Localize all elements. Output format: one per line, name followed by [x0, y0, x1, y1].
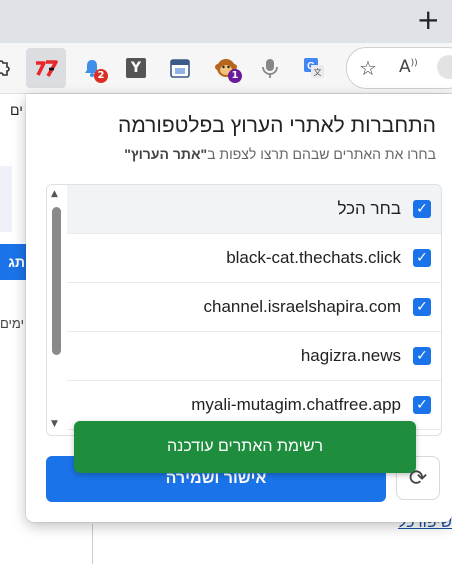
sites-list[interactable]: ✓ בחר הכל ✓ black-cat.thechats.click ✓ c… [46, 184, 442, 436]
popup-title: התחברות לאתרי הערוץ בפלטפורמה [118, 114, 436, 137]
new-tab-button[interactable]: + [417, 6, 440, 34]
page-left-strip: ים תג ימים [0, 94, 28, 561]
calendar-extension-icon[interactable] [164, 52, 196, 84]
site-label: hagizra.news [300, 346, 401, 365]
site-row[interactable]: ✓ channel.israelshapira.com [67, 283, 441, 332]
site-checkbox[interactable]: ✓ [413, 298, 431, 316]
site-row[interactable]: ✓ hagizra.news [67, 332, 441, 381]
site-checkbox[interactable]: ✓ [413, 347, 431, 365]
address-bar[interactable]: ☆ A)) [346, 47, 452, 89]
select-all-row[interactable]: ✓ בחר הכל [67, 185, 441, 234]
success-toast: רשימת האתרים עודכנה [74, 421, 416, 473]
svg-text:文: 文 [314, 67, 322, 77]
tab-strip: + [0, 0, 452, 43]
page-divider [92, 524, 93, 564]
microphone-extension-icon[interactable] [254, 52, 286, 84]
subtitle-site-name: "אתר הערוץ" [124, 146, 208, 162]
extensions-puzzle-icon[interactable] [0, 52, 18, 84]
notification-bell-extension-icon[interactable]: 2 [76, 52, 108, 84]
popup-subtitle: בחרו את האתרים שבהם תרצו לצפות ב"אתר הער… [124, 146, 436, 162]
site-label: black-cat.thechats.click [226, 248, 401, 267]
list-scrollbar[interactable]: ▲ ▼ [47, 185, 67, 435]
monkey-badge: 1 [228, 69, 242, 83]
select-all-checkbox[interactable]: ✓ [413, 200, 431, 218]
subtitle-text: בחרו את האתרים שבהם תרצו לצפות ב [207, 146, 436, 162]
site-checkbox[interactable]: ✓ [413, 249, 431, 267]
site-label: myali-mutagim.chatfree.app [191, 395, 401, 414]
browser-toolbar: 2 Y 1 G文 ☆ A)) [0, 43, 452, 94]
favorite-star-icon[interactable]: ☆ [359, 56, 377, 80]
page-action-button[interactable]: תג [0, 244, 28, 280]
site-row[interactable]: ✓ black-cat.thechats.click [67, 234, 441, 283]
page-thumbnail [0, 166, 12, 232]
scroll-up-arrow-icon[interactable]: ▲ [51, 189, 58, 199]
site-label: channel.israelshapira.com [203, 297, 402, 316]
translate-extension-icon[interactable]: G文 [298, 52, 330, 84]
monkey-extension-icon[interactable]: 1 [210, 52, 242, 84]
scrollbar-thumb[interactable] [52, 207, 61, 355]
page-tab-text: ים [10, 102, 23, 118]
haaretz-extension-icon[interactable] [26, 48, 66, 88]
y-extension-icon[interactable]: Y [120, 52, 152, 84]
site-checkbox[interactable]: ✓ [413, 396, 431, 414]
tracking-prevention-icon[interactable] [437, 55, 452, 79]
read-aloud-icon[interactable]: A)) [399, 57, 418, 77]
scroll-down-arrow-icon[interactable]: ▼ [51, 419, 58, 429]
select-all-label: בחר הכל [337, 199, 401, 218]
bell-badge: 2 [94, 69, 108, 83]
page-side-text: ימים [0, 316, 24, 331]
